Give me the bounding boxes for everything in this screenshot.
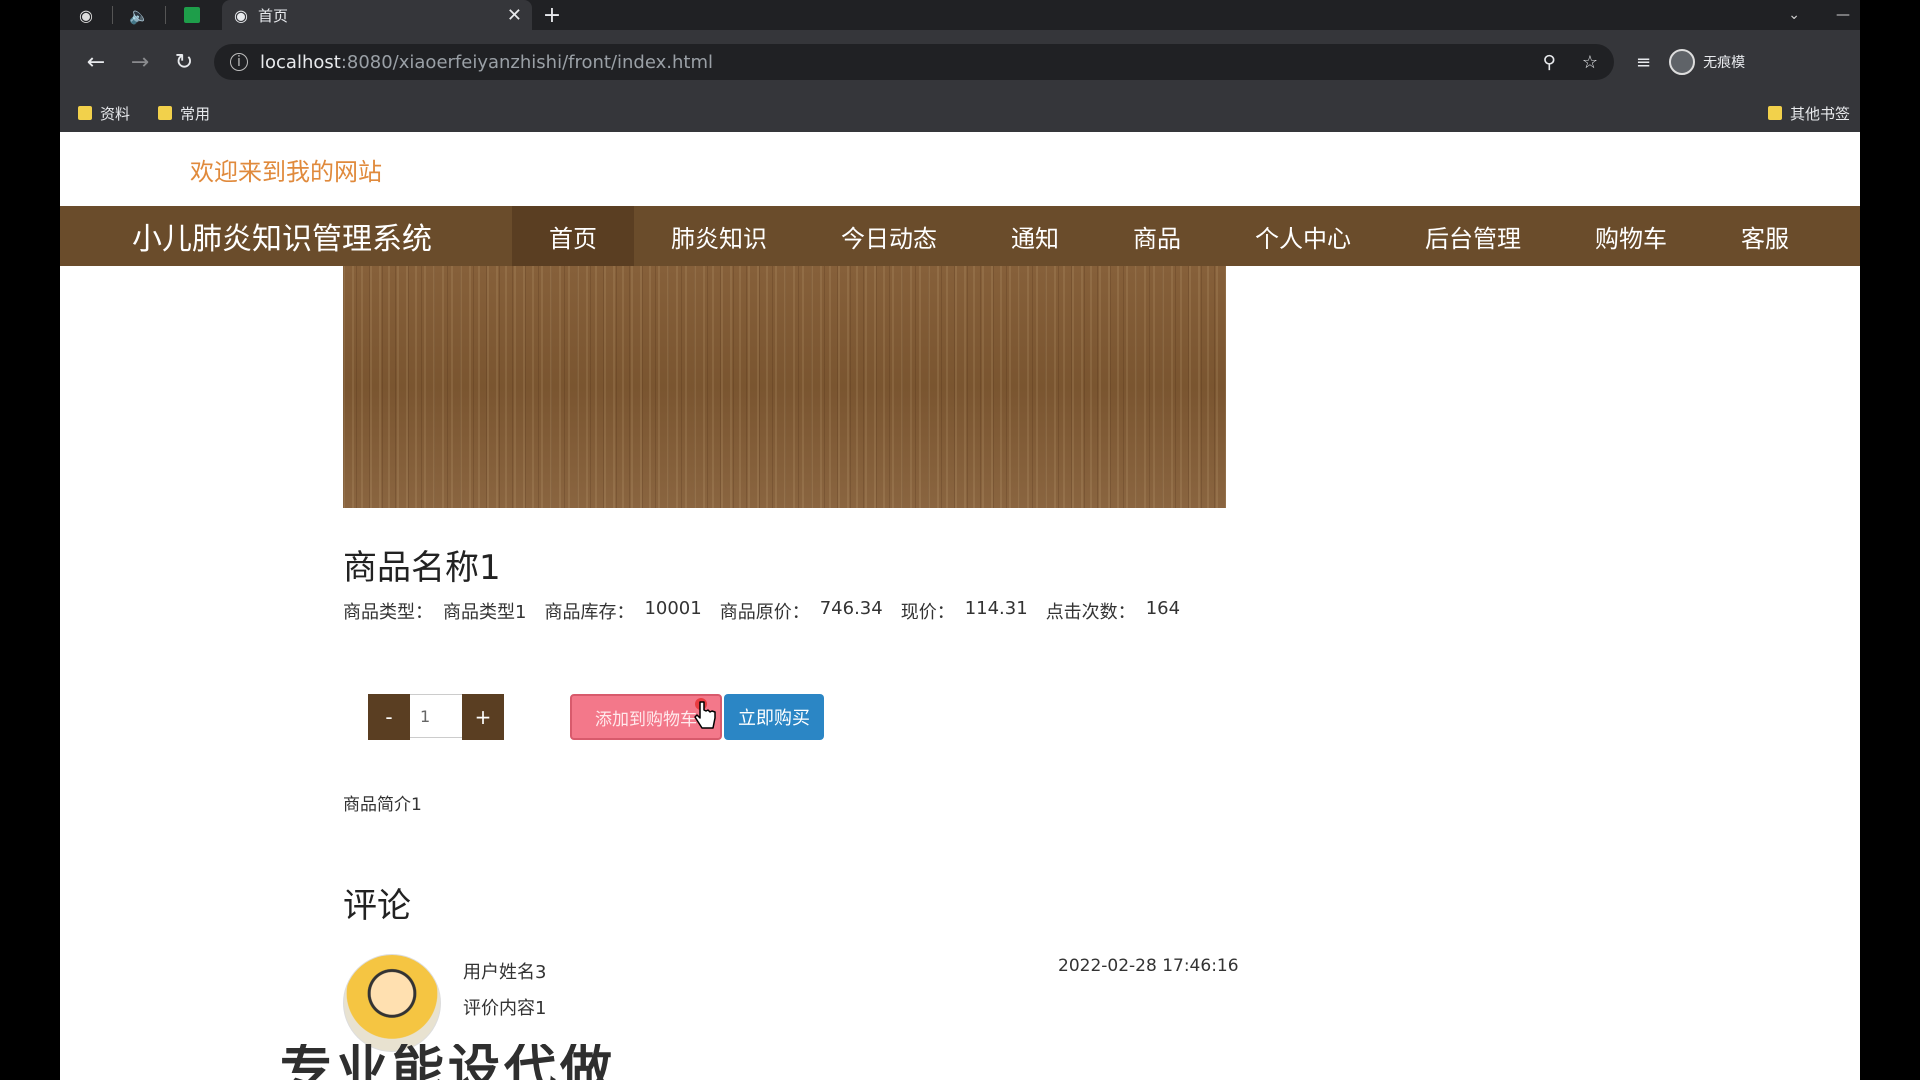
decrement-button[interactable]: - — [368, 694, 410, 740]
tab-home[interactable]: ◉ 首页 ✕ — [222, 0, 532, 30]
back-icon[interactable]: ← — [74, 50, 118, 75]
minimize-icon[interactable]: — — [1836, 7, 1850, 23]
site-navbar: 小儿肺炎知识管理系统 首页 肺炎知识 今日动态 通知 商品 个人中心 后台管理 … — [60, 206, 1860, 266]
product-intro: 商品简介1 — [343, 795, 422, 815]
zoom-icon[interactable]: ⚲ — [1543, 52, 1556, 73]
buy-now-button[interactable]: 立即购买 — [724, 694, 824, 740]
speaker-icon[interactable]: 🔈 — [113, 0, 165, 30]
nav-menu: 首页 肺炎知识 今日动态 通知 商品 个人中心 后台管理 购物车 客服 — [512, 206, 1826, 266]
comments-heading: 评论 — [343, 886, 411, 926]
clicks-value: 164 — [1145, 598, 1181, 619]
bookmark-label: 资料 — [100, 104, 131, 123]
new-tab-button[interactable]: + — [532, 3, 572, 28]
close-icon[interactable]: ✕ — [507, 5, 522, 26]
orig-price-label: 商品原价： — [719, 602, 810, 623]
nav-item-profile[interactable]: 个人中心 — [1218, 206, 1388, 266]
address-bar[interactable]: i localhost :8080/xiaoerfeiyanzhishi/fro… — [214, 44, 1614, 80]
profile-name: 无痕模 — [1703, 55, 1746, 71]
tab-title: 首页 — [257, 6, 288, 25]
nav-item-notice[interactable]: 通知 — [974, 206, 1096, 266]
price-label: 现价： — [900, 602, 955, 623]
product-name: 商品名称1 — [343, 548, 501, 588]
bookmark-label: 常用 — [180, 104, 211, 123]
browser-toolbar: ← → ↻ i localhost :8080/xiaoerfeiyanzhis… — [60, 30, 1860, 94]
profile-button[interactable]: 无痕模 — [1669, 49, 1745, 75]
folder-icon — [78, 106, 92, 120]
comment-user: 用户姓名3 — [463, 962, 547, 983]
clicks-label: 点击次数： — [1045, 602, 1136, 623]
nav-item-knowledge[interactable]: 肺炎知识 — [634, 206, 804, 266]
nav-item-goods[interactable]: 商品 — [1096, 206, 1218, 266]
info-icon[interactable]: i — [230, 53, 248, 71]
price-value: 114.31 — [964, 598, 1028, 619]
folder-icon — [1767, 106, 1782, 120]
type-label: 商品类型： — [343, 602, 433, 623]
site-brand[interactable]: 小儿肺炎知识管理系统 — [132, 214, 512, 258]
quantity-input[interactable]: 1 — [410, 694, 462, 738]
reading-list-icon[interactable]: ≡ — [1636, 52, 1651, 73]
stock-label: 商品库存： — [544, 602, 635, 623]
welcome-text: 欢迎来到我的网站 — [190, 158, 382, 186]
overlay-watermark-text: 专业能设代做 — [280, 1044, 617, 1080]
nav-item-news[interactable]: 今日动态 — [804, 206, 974, 266]
folder-icon — [158, 106, 173, 120]
type-value: 商品类型1 — [443, 602, 527, 623]
forward-icon[interactable]: → — [118, 50, 162, 75]
bookmark-folder[interactable]: 资料 — [78, 103, 130, 124]
nav-item-admin[interactable]: 后台管理 — [1388, 206, 1558, 266]
stock-value: 10001 — [644, 598, 702, 619]
increment-button[interactable]: + — [462, 694, 504, 740]
quantity-stepper: - 1 + — [368, 694, 504, 740]
nav-item-home[interactable]: 首页 — [512, 206, 634, 266]
other-bookmarks-label: 其他书签 — [1789, 104, 1850, 123]
globe-icon[interactable]: ◉ — [60, 0, 112, 30]
tab-bar: ◉ 🔈 ◉ 首页 ✕ + ⌄ — — [60, 0, 1860, 30]
product-image — [343, 266, 1226, 508]
hand-cursor-icon — [694, 698, 716, 729]
app-tab-icon[interactable] — [166, 0, 218, 30]
comment-content: 评价内容1 — [463, 998, 547, 1019]
nav-item-service[interactable]: 客服 — [1704, 206, 1826, 266]
other-bookmarks[interactable]: 其他书签 — [1767, 103, 1850, 124]
avatar — [343, 954, 441, 1052]
bookmark-folder[interactable]: 常用 — [158, 103, 210, 124]
browser-window: ◉ 🔈 ◉ 首页 ✕ + ⌄ — ← → ↻ i localhost :8080… — [60, 0, 1860, 1080]
url-path: :8080/xiaoerfeiyanzhishi/front/index.htm… — [340, 51, 713, 73]
product-meta: 商品类型： 商品类型1 商品库存： 10001 商品原价： 746.34 现价：… — [343, 598, 1180, 624]
url-host: localhost — [260, 51, 341, 73]
bookmarks-bar: 资料 常用 其他书签 — [60, 94, 1860, 132]
comment-time: 2022-02-28 17:46:16 — [1058, 956, 1239, 976]
nav-item-cart[interactable]: 购物车 — [1558, 206, 1704, 266]
star-icon[interactable]: ☆ — [1582, 52, 1598, 73]
reload-icon[interactable]: ↻ — [162, 50, 206, 75]
globe-icon: ◉ — [234, 5, 248, 25]
chevron-down-icon[interactable]: ⌄ — [1788, 7, 1800, 23]
web-page: 欢迎来到我的网站 小儿肺炎知识管理系统 首页 肺炎知识 今日动态 通知 商品 个… — [60, 132, 1860, 1080]
orig-price-value: 746.34 — [819, 598, 883, 619]
incognito-icon — [1669, 49, 1696, 75]
